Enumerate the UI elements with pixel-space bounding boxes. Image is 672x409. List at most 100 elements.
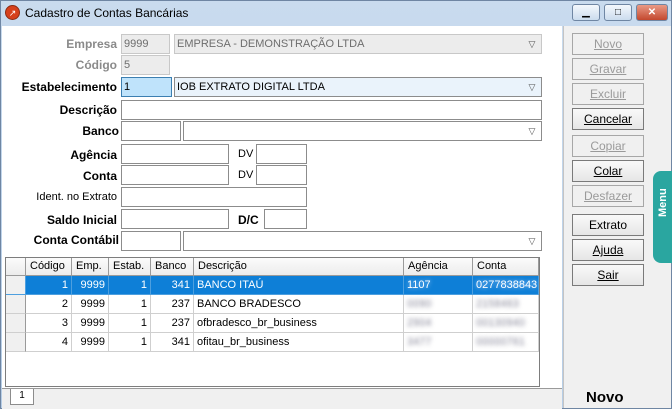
cell-descricao: BANCO BRADESCO (194, 295, 404, 314)
row-indicator[interactable] (6, 314, 26, 333)
table-row[interactable]: 3 9999 1 237 ofbradesco_br_business 2904… (6, 314, 539, 333)
descricao-label: Descrição (59, 103, 117, 117)
cell-agencia: 2904 (404, 314, 473, 333)
conta-dv-label: DV (238, 169, 254, 181)
sair-button[interactable]: Sair (572, 264, 644, 286)
cell-conta: 00130940 (473, 314, 539, 333)
conta-contabil-select[interactable]: ▽ (183, 231, 542, 251)
codigo-field[interactable]: 5 (121, 55, 170, 75)
empresa-label: Empresa (66, 37, 117, 51)
column-header[interactable]: Emp. (72, 258, 109, 276)
chevron-down-icon: ▽ (528, 82, 536, 92)
agencia-label: Agência (70, 148, 117, 162)
extrato-digital-button[interactable]: Extrato digital (572, 214, 644, 252)
close-button[interactable]: ✕ (636, 4, 668, 21)
row-indicator[interactable] (6, 295, 26, 314)
banco-label: Banco (82, 124, 119, 138)
grid-corner (6, 258, 26, 276)
cell-descricao: ofbradesco_br_business (194, 314, 404, 333)
conta-field[interactable] (121, 165, 229, 185)
conta-dv-field[interactable] (256, 165, 307, 185)
empresa-name: EMPRESA - DEMONSTRAÇÃO LTDA (177, 38, 365, 50)
column-header[interactable]: Banco (151, 258, 194, 276)
estabelecimento-name: IOB EXTRATO DIGITAL LTDA (177, 81, 325, 93)
saldo-inicial-field[interactable] (121, 209, 229, 229)
codigo-label: Código (75, 58, 117, 72)
accounts-grid[interactable]: Código Emp. Estab. Banco Descrição Agênc… (5, 257, 540, 387)
cell-emp: 9999 (72, 333, 109, 352)
excluir-button[interactable]: Excluir (572, 83, 644, 105)
copiar-button[interactable]: Copiar (572, 135, 644, 157)
descricao-field[interactable] (121, 100, 542, 120)
estabelecimento-select[interactable]: IOB EXTRATO DIGITAL LTDA ▽ (174, 77, 542, 97)
conta-contabil-code-field[interactable] (121, 231, 181, 251)
agencia-field[interactable] (121, 144, 229, 164)
novo-button[interactable]: Novo (572, 33, 644, 55)
tab-1[interactable]: 1 (10, 389, 34, 405)
cell-conta: 2158463 (473, 295, 539, 314)
cell-estab: 1 (109, 276, 151, 295)
cell-codigo: 3 (26, 314, 72, 333)
cell-agencia: 0090 (404, 295, 473, 314)
cell-conta: 0277838843 (473, 276, 539, 295)
minimize-button[interactable]: ▁ (572, 4, 600, 21)
estabelecimento-code-field[interactable]: 1 (121, 77, 172, 97)
cell-agencia: 3477 (404, 333, 473, 352)
gravar-button[interactable]: Gravar (572, 58, 644, 80)
column-header[interactable]: Descrição (194, 258, 404, 276)
dc-label: D/C (238, 213, 259, 227)
status-mode: Novo (586, 389, 624, 406)
banco-select[interactable]: ▽ (183, 121, 542, 141)
cell-emp: 9999 (72, 276, 109, 295)
cell-codigo: 4 (26, 333, 72, 352)
colar-button[interactable]: Colar (572, 160, 644, 182)
dc-field[interactable] (264, 209, 307, 229)
row-indicator[interactable] (6, 333, 26, 352)
window: ↗ Cadastro de Contas Bancárias ▁ □ ✕ Emp… (0, 0, 672, 409)
cell-descricao: BANCO ITAÚ (194, 276, 404, 295)
agencia-dv-label: DV (238, 148, 254, 160)
agencia-dv-field[interactable] (256, 144, 307, 164)
chevron-down-icon: ▽ (528, 126, 536, 136)
empresa-code-field[interactable]: 9999 (121, 34, 170, 54)
column-header[interactable]: Conta (473, 258, 539, 276)
cell-codigo: 1 (26, 276, 72, 295)
cancelar-button[interactable]: Cancelar (572, 108, 644, 130)
cell-conta: 00000761 (473, 333, 539, 352)
table-row[interactable]: 4 9999 1 341 ofitau_br_business 3477 000… (6, 333, 539, 352)
cell-emp: 9999 (72, 314, 109, 333)
column-header[interactable]: Agência (404, 258, 473, 276)
cell-estab: 1 (109, 314, 151, 333)
ident-extrato-field[interactable] (121, 187, 307, 207)
conta-label: Conta (83, 169, 117, 183)
table-row[interactable]: 1 9999 1 341 BANCO ITAÚ 1107 0277838843 (6, 276, 539, 295)
chevron-down-icon: ▽ (528, 39, 536, 49)
menu-tab[interactable]: Menu (653, 171, 672, 263)
cell-estab: 1 (109, 295, 151, 314)
empresa-select[interactable]: EMPRESA - DEMONSTRAÇÃO LTDA ▽ (174, 34, 542, 54)
cell-estab: 1 (109, 333, 151, 352)
saldo-inicial-label: Saldo Inicial (46, 213, 117, 227)
cell-codigo: 2 (26, 295, 72, 314)
title-bar: ↗ Cadastro de Contas Bancárias ▁ □ ✕ (1, 1, 671, 25)
cell-banco: 237 (151, 295, 194, 314)
desfazer-button[interactable]: Desfazer (572, 185, 644, 207)
cell-banco: 341 (151, 276, 194, 295)
cell-banco: 341 (151, 333, 194, 352)
cell-emp: 9999 (72, 295, 109, 314)
app-icon: ↗ (5, 5, 20, 20)
ajuda-button[interactable]: Ajuda (572, 239, 644, 261)
cell-banco: 237 (151, 314, 194, 333)
banco-code-field[interactable] (121, 121, 181, 141)
ident-extrato-label: Ident. no Extrato (36, 191, 117, 203)
estabelecimento-label: Estabelecimento (21, 80, 117, 94)
maximize-button[interactable]: □ (604, 4, 632, 21)
chevron-down-icon: ▽ (528, 236, 536, 246)
table-row[interactable]: 2 9999 1 237 BANCO BRADESCO 0090 2158463 (6, 295, 539, 314)
column-header[interactable]: Código (26, 258, 72, 276)
cell-descricao: ofitau_br_business (194, 333, 404, 352)
row-indicator[interactable] (6, 276, 26, 295)
conta-contabil-label: Conta Contábil (33, 233, 119, 247)
column-header[interactable]: Estab. (109, 258, 151, 276)
cell-agencia: 1107 (404, 276, 473, 295)
